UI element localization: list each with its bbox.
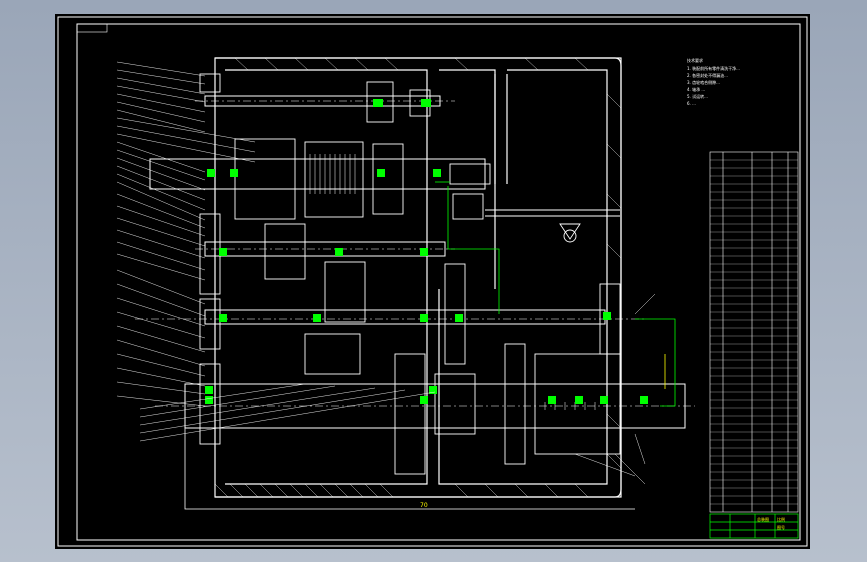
- shafts: [135, 95, 695, 429]
- gearbox-housing: [184, 57, 635, 510]
- title-block-label-a: 比例: [777, 516, 785, 522]
- title-block-name: 总装图: [757, 516, 769, 522]
- gears: [199, 73, 621, 475]
- cad-viewport[interactable]: 70 技术要求 1. 装配前所有零件清洗干净... 2. 各密封处不得漏油...…: [55, 14, 810, 549]
- note-line: 4. 轴承 ...: [687, 86, 705, 92]
- technical-notes: 技术要求 1. 装配前所有零件清洗干净... 2. 各密封处不得漏油... 3.…: [687, 57, 740, 106]
- shift-mechanism: [449, 163, 620, 243]
- note-line: 6. ...: [687, 101, 696, 106]
- spline-detail: [309, 154, 596, 410]
- shaft-4: [204, 309, 606, 325]
- notes-heading: 技术要求: [687, 57, 703, 63]
- dimension-label: 70: [420, 502, 428, 509]
- assembly-drawing: 70 技术要求 1. 装配前所有零件清洗干净... 2. 各密封处不得漏油...…: [57, 16, 808, 547]
- corner-title-box: [76, 23, 108, 33]
- note-line: 5. 试运转...: [687, 93, 708, 99]
- leader-lines: [116, 61, 656, 485]
- title-block-label-b: 图号: [777, 524, 785, 530]
- note-line: 2. 各密封处不得漏油...: [687, 72, 728, 78]
- housing-hatch: [214, 57, 622, 498]
- note-line: 1. 装配前所有零件清洗干净...: [687, 65, 740, 71]
- parts-list: [709, 151, 799, 513]
- note-line: 3. 齿轮啮合侧隙...: [687, 79, 720, 85]
